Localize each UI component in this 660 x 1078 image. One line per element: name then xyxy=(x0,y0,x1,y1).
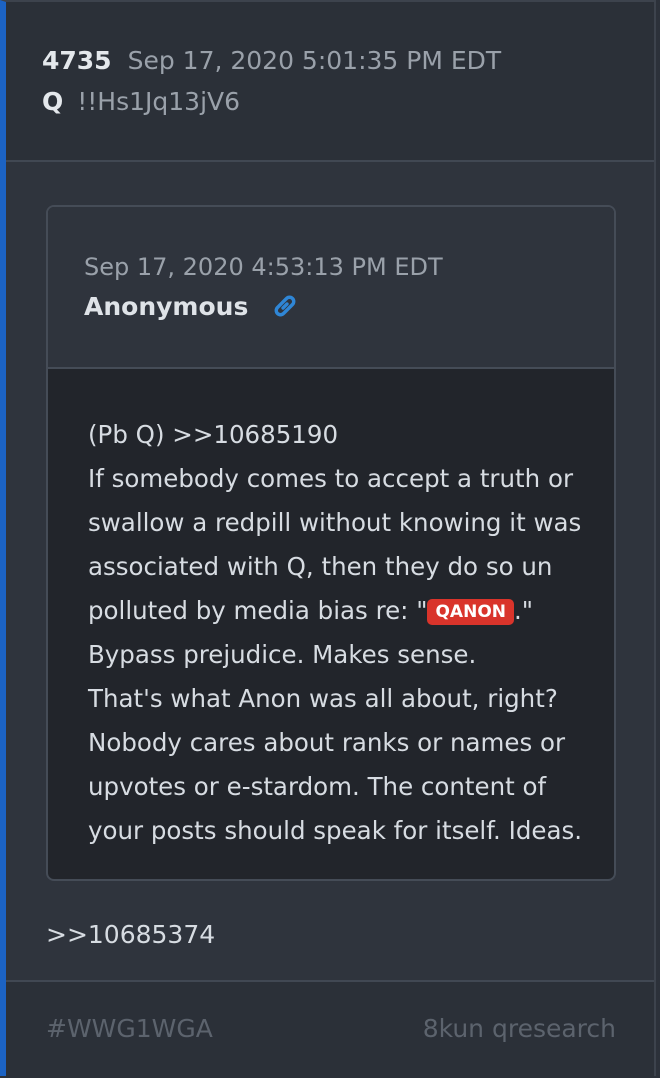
post-author: Q xyxy=(42,87,64,116)
quote-line: Bypass prejudice. Makes sense. xyxy=(88,640,477,669)
link-icon[interactable] xyxy=(270,291,300,321)
post-card: 4735 Sep 17, 2020 5:01:35 PM EDT Q !!Hs1… xyxy=(0,0,656,1078)
post-number[interactable]: 4735 xyxy=(42,46,112,75)
quoted-post-header: Sep 17, 2020 4:53:13 PM EDT Anonymous xyxy=(48,207,614,369)
quoted-post-timestamp: Sep 17, 2020 4:53:13 PM EDT xyxy=(84,253,443,281)
badge-prefix: polluted by media bias re: " xyxy=(88,596,428,625)
source-label: 8kun qresearch xyxy=(422,1014,616,1043)
quote-line: upvotes or e-stardom. The content of xyxy=(88,772,547,801)
quote-line: If somebody comes to accept a truth or xyxy=(88,464,574,493)
badge-suffix: ." xyxy=(514,596,534,625)
post-footer: #WWG1WGA 8kun qresearch xyxy=(6,980,654,1078)
post-tripcode: !!Hs1Jq13jV6 xyxy=(77,87,241,116)
hashtag: #WWG1WGA xyxy=(46,1014,213,1043)
quoted-post: Sep 17, 2020 4:53:13 PM EDT Anonymous (P… xyxy=(46,205,616,881)
quote-line[interactable]: (Pb Q) >>10685190 xyxy=(88,413,594,457)
qanon-badge: QANON xyxy=(427,599,514,625)
quote-line: That's what Anon was all about, right? xyxy=(88,684,558,713)
post-header: 4735 Sep 17, 2020 5:01:35 PM EDT Q !!Hs1… xyxy=(6,2,654,162)
quote-line: swallow a redpill without knowing it was xyxy=(88,508,582,537)
quoted-post-body: (Pb Q) >>10685190 If somebody comes to a… xyxy=(48,369,614,853)
quote-line: associated with Q, then they do so un xyxy=(88,552,553,581)
quote-line-with-badge: polluted by media bias re: " QANON ." xyxy=(88,589,594,633)
reply-reference-link[interactable]: >>10685374 xyxy=(46,920,215,949)
link-icon-glyph xyxy=(274,295,296,317)
quote-line: Nobody cares about ranks or names or xyxy=(88,728,566,757)
post-timestamp: Sep 17, 2020 5:01:35 PM EDT xyxy=(127,46,502,75)
quoted-post-author: Anonymous xyxy=(84,291,249,321)
quote-line: your posts should speak for itself. Idea… xyxy=(88,816,583,845)
